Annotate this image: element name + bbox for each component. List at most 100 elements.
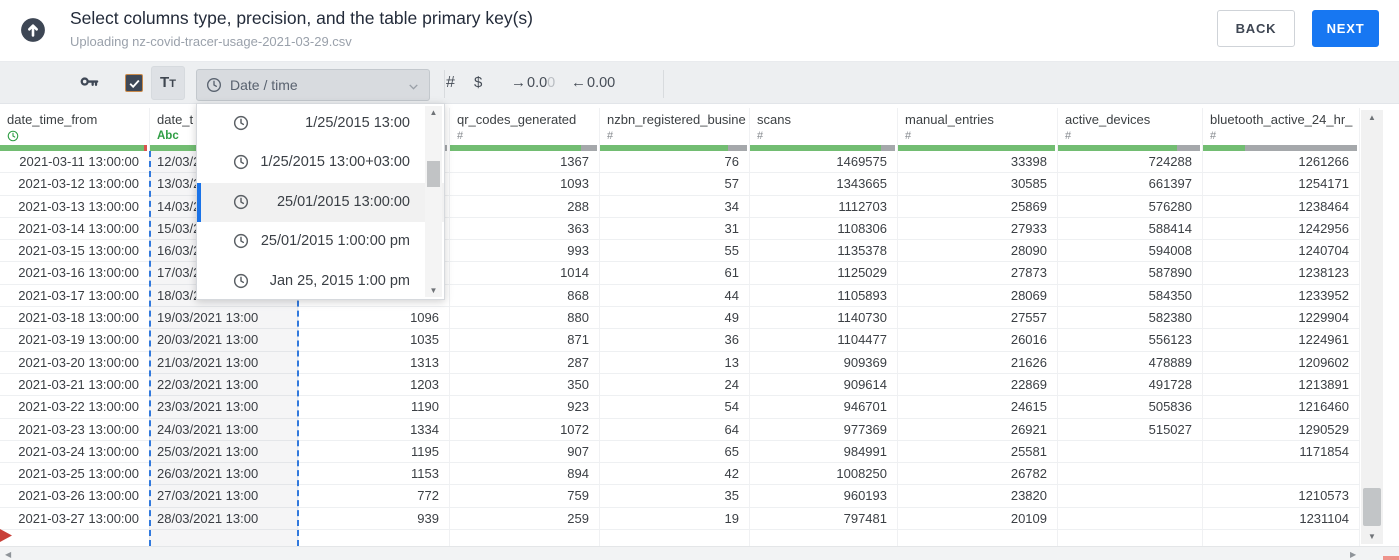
table-cell: 25581 — [898, 440, 1058, 463]
clock-icon — [233, 194, 249, 215]
dropdown-item[interactable]: Jan 25, 2015 1:00 pm — [197, 262, 444, 301]
table-cell: 26/03/2021 13:00 — [150, 463, 298, 485]
column-name: scans — [757, 112, 791, 127]
table-row: 2021-03-18 13:00:00 19/03/2021 13:00 1096 8… — [0, 307, 1360, 330]
table-cell — [1203, 530, 1360, 547]
table-cell: 587890 — [1058, 262, 1203, 284]
type-select-dropdown[interactable]: Date / time — [196, 69, 430, 101]
type-select-value: Date / time — [230, 77, 298, 93]
table-cell: 1469575 — [750, 151, 898, 173]
table-cell: 868 — [450, 284, 600, 307]
table-cell: 1190 — [298, 396, 450, 418]
column-header-scans[interactable]: scans # — [750, 108, 898, 151]
table-cell: 27557 — [898, 307, 1058, 329]
dropdown-item[interactable]: 1/25/2015 13:00 — [197, 104, 444, 143]
date-format-label: 1/25/2015 13:00+03:00 — [260, 154, 410, 171]
column-header-active_devices[interactable]: active_devices # — [1058, 108, 1203, 151]
decimal-faded-digit: 0 — [547, 75, 556, 91]
table-cell: 26782 — [898, 463, 1058, 485]
table-cell: 363 — [450, 217, 600, 240]
table-cell — [150, 530, 298, 547]
dropdown-item[interactable]: 1/25/2015 13:00+03:00 — [197, 143, 444, 182]
back-button[interactable]: BACK — [1217, 10, 1295, 47]
table-cell: 1216460 — [1203, 396, 1360, 418]
table-cell: 588414 — [1058, 217, 1203, 240]
table-cell: 64 — [600, 418, 750, 440]
clock-icon — [233, 115, 249, 136]
text-type-button[interactable]: Tt — [151, 66, 185, 100]
column-type-label: # — [1210, 130, 1217, 142]
column-header-bluetooth_active_24_hr_[interactable]: bluetooth_active_24_hr_ # — [1203, 108, 1360, 151]
table-cell: 772 — [298, 485, 450, 507]
table-cell: 2021-03-18 13:00:00 — [0, 307, 150, 329]
table-cell: 42 — [600, 463, 750, 485]
table-cell: 2021-03-16 13:00:00 — [0, 262, 150, 284]
table-cell: 1105893 — [750, 284, 898, 307]
table-cell: 34 — [600, 195, 750, 217]
clock-icon — [233, 154, 249, 175]
table-cell: 2021-03-27 13:00:00 — [0, 507, 150, 530]
date-format-label: 25/01/2015 13:00:00 — [276, 193, 410, 210]
table-cell: 2021-03-23 13:00:00 — [0, 418, 150, 440]
dropdown-item[interactable]: 25/01/2015 1:00:00 pm — [197, 222, 444, 261]
table-row: 2021-03-19 13:00:00 20/03/2021 13:00 1035 8… — [0, 329, 1360, 352]
column-header-manual_entries[interactable]: manual_entries # — [898, 108, 1058, 151]
increase-decimal-button[interactable]: →0.00 — [511, 62, 555, 104]
table-cell: 27873 — [898, 262, 1058, 284]
column-header-qr_codes_generated[interactable]: qr_codes_generated # — [450, 108, 600, 151]
table-cell: 33398 — [898, 151, 1058, 173]
table-cell: 1209602 — [1203, 351, 1360, 373]
scroll-down-icon[interactable]: ▼ — [425, 286, 442, 295]
column-type-label: # — [457, 130, 464, 142]
table-cell: 1008250 — [750, 463, 898, 485]
table-cell: 20109 — [898, 507, 1058, 530]
table-cell: 23/03/2021 13:00 — [150, 396, 298, 418]
table-cell: 23820 — [898, 485, 1058, 507]
table-cell — [1058, 440, 1203, 463]
scroll-down-icon[interactable]: ▼ — [1361, 532, 1383, 541]
scroll-left-icon[interactable]: ◀ — [5, 550, 11, 559]
next-button[interactable]: NEXT — [1312, 10, 1379, 47]
table-cell: 28069 — [898, 284, 1058, 307]
column-header-date_time_from[interactable]: date_time_from — [0, 108, 150, 151]
table-cell: 1231104 — [1203, 507, 1360, 530]
decrease-decimal-button[interactable]: ←0.00 — [571, 62, 615, 104]
table-cell: 13 — [600, 351, 750, 373]
dropdown-scrollbar[interactable]: ▲ ▼ — [425, 106, 442, 297]
primary-key-icon[interactable] — [78, 71, 101, 99]
scroll-right-icon[interactable]: ▶ — [1350, 550, 1356, 559]
table-cell: 1035 — [298, 329, 450, 351]
table-cell: 724288 — [1058, 151, 1203, 173]
scroll-up-icon[interactable]: ▲ — [1361, 113, 1383, 122]
table-cell: 24/03/2021 13:00 — [150, 418, 298, 440]
number-type-button[interactable]: # — [446, 62, 455, 104]
table-row: 2021-03-21 13:00:00 22/03/2021 13:00 1203 3… — [0, 373, 1360, 397]
dropdown-scrollbar-thumb[interactable] — [427, 161, 440, 187]
column-type-label: # — [757, 130, 764, 142]
table-cell: 1108306 — [750, 217, 898, 240]
table-cell: 25869 — [898, 195, 1058, 217]
table-cell: 894 — [450, 463, 600, 485]
table-cell: 939 — [298, 507, 450, 530]
currency-type-button[interactable]: $ — [474, 62, 482, 104]
table-cell: 505836 — [1058, 396, 1203, 418]
column-selected-checkbox[interactable] — [125, 74, 143, 92]
dropdown-item[interactable]: 25/01/2015 13:00:00 — [197, 182, 444, 223]
table-vertical-scrollbar[interactable]: ▲ ▼ — [1361, 110, 1383, 544]
toolbar-separator — [663, 70, 664, 98]
table-row: 2021-03-27 13:00:00 28/03/2021 13:00 939 25… — [0, 507, 1360, 531]
table-cell: 1213891 — [1203, 373, 1360, 396]
table-cell: 61 — [600, 262, 750, 284]
scroll-up-icon[interactable]: ▲ — [425, 108, 442, 117]
chevron-down-icon — [406, 79, 421, 99]
table-cell: 27/03/2021 13:00 — [150, 485, 298, 507]
table-row: 2021-03-26 13:00:00 27/03/2021 13:00 772 75… — [0, 485, 1360, 508]
column-header-nzbn_registered_busine[interactable]: nzbn_registered_busine # — [600, 108, 750, 151]
table-cell: 1093 — [450, 173, 600, 195]
vertical-scrollbar-thumb[interactable] — [1363, 488, 1381, 526]
clock-type-icon — [7, 130, 19, 146]
table-cell: 1238123 — [1203, 262, 1360, 284]
table-cell: 2021-03-25 13:00:00 — [0, 463, 150, 485]
table-cell: 2021-03-20 13:00:00 — [0, 351, 150, 373]
table-horizontal-scrollbar[interactable]: ◀ ▶ — [0, 546, 1399, 560]
